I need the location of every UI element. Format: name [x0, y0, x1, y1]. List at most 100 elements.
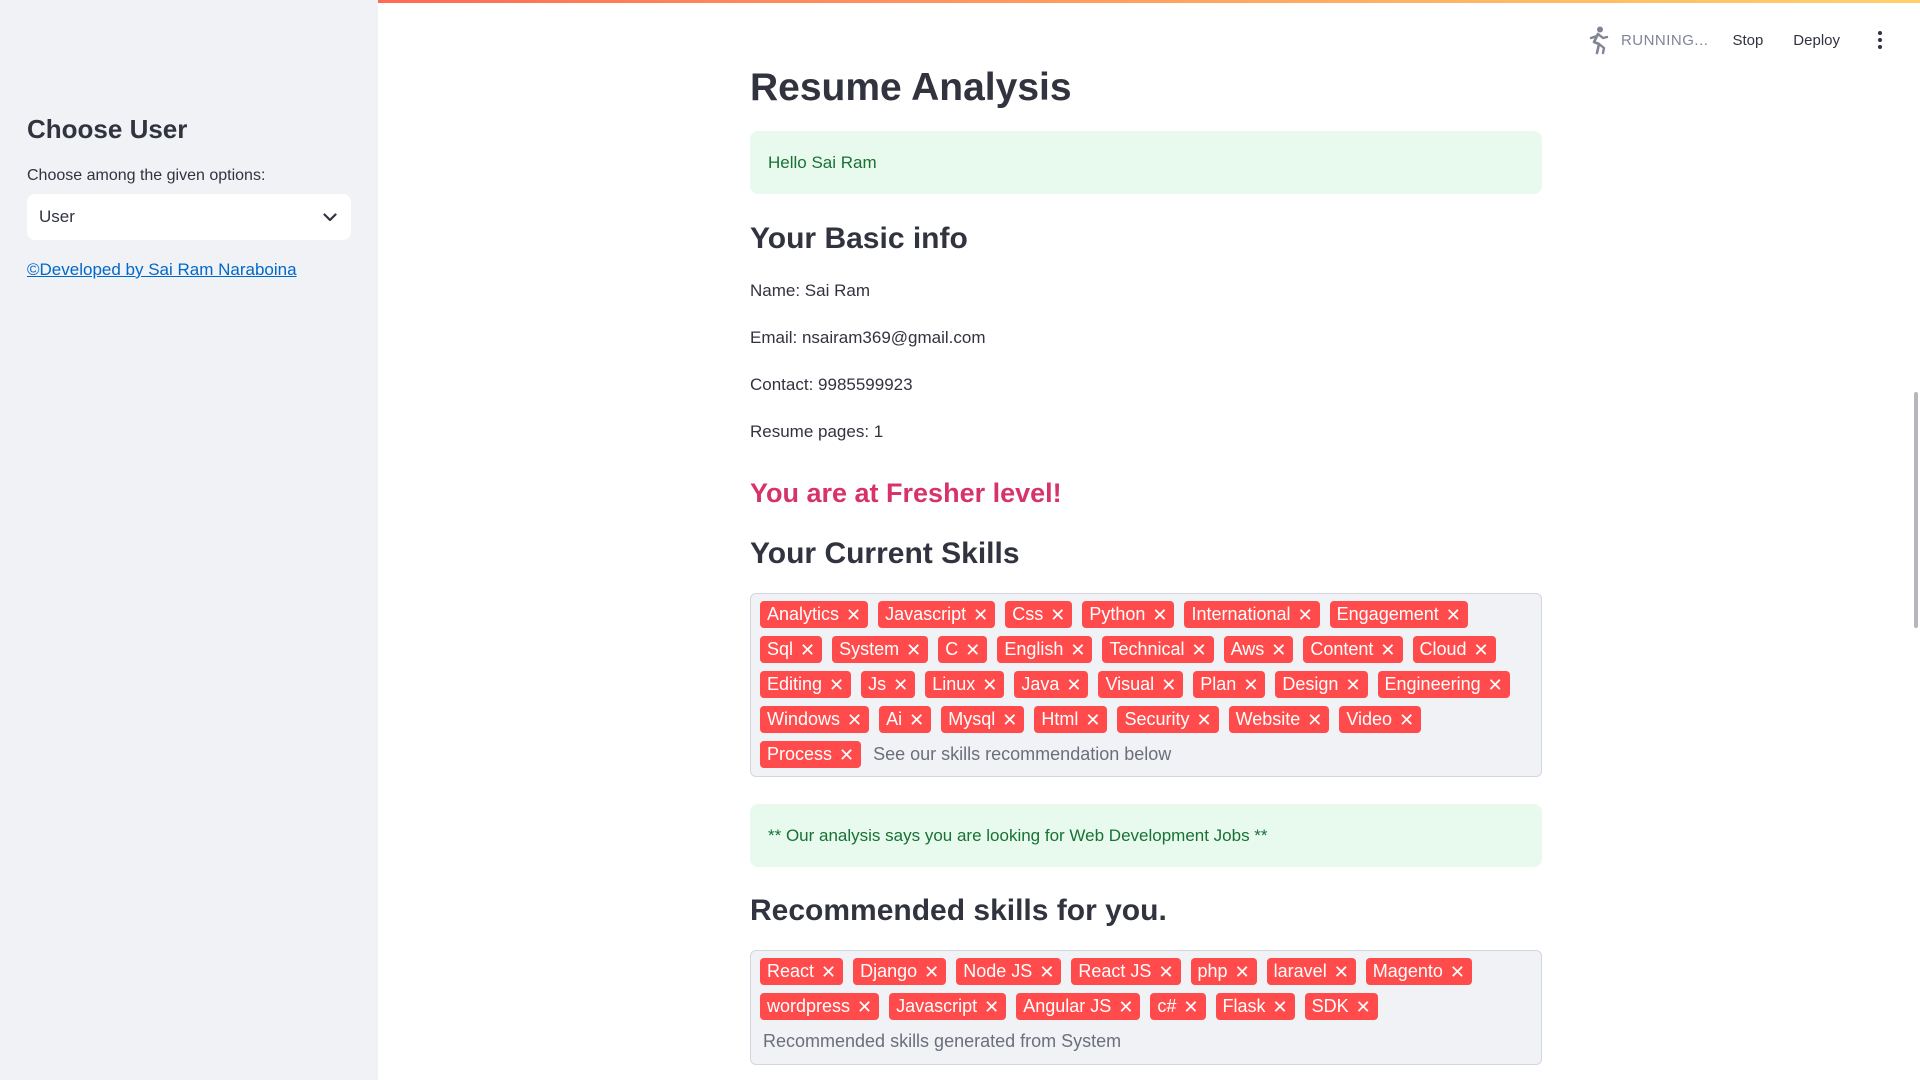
running-status: RUNNING... [1620, 31, 1709, 49]
close-icon[interactable]: ✕ [1446, 606, 1461, 624]
skill-tag: Windows ✕ [760, 706, 870, 733]
recommended-skill-tag: Flask ✕ [1215, 993, 1295, 1020]
skill-tag: System ✕ [832, 636, 929, 663]
page-title: Resume Analysis [750, 66, 1072, 109]
skill-tag-label: Design [1282, 674, 1339, 694]
recommended-skill-tag: php ✕ [1190, 958, 1257, 985]
skill-tag-label: Javascript [885, 604, 967, 624]
close-icon[interactable]: ✕ [1152, 606, 1167, 624]
skill-tag-label: Visual [1105, 674, 1155, 694]
recommended-skill-tag: laravel ✕ [1266, 958, 1356, 985]
skill-tag: Design ✕ [1275, 671, 1368, 698]
recommended-skills-input[interactable]: React ✕ Django ✕ Node JS ✕ React JS ✕ php ✕ larave… [750, 950, 1542, 1065]
close-icon[interactable]: ✕ [1183, 998, 1198, 1016]
close-icon[interactable]: ✕ [984, 998, 999, 1016]
skill-tag: Sql ✕ [760, 636, 823, 663]
skill-tag: Html ✕ [1034, 706, 1108, 733]
close-icon[interactable]: ✕ [1307, 711, 1322, 729]
recommended-skill-tag: Django ✕ [853, 958, 947, 985]
close-icon[interactable]: ✕ [1356, 998, 1371, 1016]
recommended-skill-tag: Magento ✕ [1365, 958, 1472, 985]
skill-tag-label: Css [1012, 604, 1044, 624]
skill-tag: Content ✕ [1303, 636, 1403, 663]
recommended-skill-tag: SDK ✕ [1304, 993, 1378, 1020]
close-icon[interactable]: ✕ [973, 606, 988, 624]
recommended-skill-tag-label: Django [860, 961, 918, 981]
recommended-skill-tag-label: Flask [1222, 996, 1266, 1016]
skill-tag-label: Mysql [948, 709, 996, 729]
skill-tag: Analytics ✕ [760, 601, 869, 628]
close-icon[interactable]: ✕ [800, 641, 815, 659]
user-select[interactable]: User [27, 194, 351, 240]
close-icon[interactable]: ✕ [1161, 676, 1176, 694]
skill-tag: Security ✕ [1117, 706, 1219, 733]
close-icon[interactable]: ✕ [1345, 676, 1360, 694]
skill-tag: Css ✕ [1005, 601, 1073, 628]
skills-placeholder: See our skills recommendation below [873, 744, 1172, 764]
close-icon[interactable]: ✕ [1399, 711, 1414, 729]
current-skills-input[interactable]: Analytics ✕ Javascript ✕ Css ✕ Python ✕ Internat… [750, 593, 1542, 777]
close-icon[interactable]: ✕ [821, 963, 836, 981]
close-icon[interactable]: ✕ [1298, 606, 1313, 624]
close-icon[interactable]: ✕ [924, 963, 939, 981]
stop-button[interactable]: Stop [1732, 32, 1763, 49]
close-icon[interactable]: ✕ [1380, 641, 1395, 659]
skill-tag: Editing ✕ [760, 671, 852, 698]
deploy-button[interactable]: Deploy [1793, 32, 1840, 49]
close-icon[interactable]: ✕ [839, 746, 854, 764]
skill-tag: Engagement ✕ [1329, 601, 1468, 628]
close-icon[interactable]: ✕ [1243, 676, 1258, 694]
close-icon[interactable]: ✕ [1271, 641, 1286, 659]
skill-tag: Javascript ✕ [878, 601, 996, 628]
close-icon[interactable]: ✕ [1085, 711, 1100, 729]
close-icon[interactable]: ✕ [847, 711, 862, 729]
recommended-skill-tag-label: React JS [1078, 961, 1152, 981]
close-icon[interactable]: ✕ [1192, 641, 1207, 659]
skill-tag-label: Ai [886, 709, 903, 729]
skill-tag-label: Video [1346, 709, 1393, 729]
skill-tag: Mysql ✕ [941, 706, 1025, 733]
close-icon[interactable]: ✕ [1474, 641, 1489, 659]
skill-tag-label: Java [1021, 674, 1060, 694]
skill-tag-label: English [1004, 639, 1064, 659]
recommended-skill-tag: Javascript ✕ [889, 993, 1007, 1020]
close-icon[interactable]: ✕ [982, 676, 997, 694]
recommended-skill-tag-label: php [1197, 961, 1228, 981]
close-icon[interactable]: ✕ [1196, 711, 1211, 729]
recommended-skill-tag: Angular JS ✕ [1016, 993, 1141, 1020]
close-icon[interactable]: ✕ [1450, 963, 1465, 981]
close-icon[interactable]: ✕ [1273, 998, 1288, 1016]
close-icon[interactable]: ✕ [909, 711, 924, 729]
close-icon[interactable]: ✕ [1002, 711, 1017, 729]
close-icon[interactable]: ✕ [857, 998, 872, 1016]
skill-tag: Linux ✕ [925, 671, 1005, 698]
experience-level: You are at Fresher level! [750, 478, 1062, 508]
close-icon[interactable]: ✕ [965, 641, 980, 659]
skill-tag-label: Js [868, 674, 887, 694]
close-icon[interactable]: ✕ [1039, 963, 1054, 981]
developer-link[interactable]: ©Developed by Sai Ram Naraboina [27, 260, 297, 280]
skill-tag-label: Python [1089, 604, 1146, 624]
skill-tag-label: Cloud [1419, 639, 1467, 659]
recommended-skill-tag-label: Magento [1372, 961, 1443, 981]
close-icon[interactable]: ✕ [846, 606, 861, 624]
recommended-skill-tag-label: React [767, 961, 815, 981]
close-icon[interactable]: ✕ [1070, 641, 1085, 659]
sidebar-title: Choose User [27, 114, 188, 144]
scrollbar-thumb[interactable] [1914, 392, 1918, 628]
close-icon[interactable]: ✕ [1334, 963, 1349, 981]
skill-tag-label: Engineering [1384, 674, 1481, 694]
close-icon[interactable]: ✕ [906, 641, 921, 659]
close-icon[interactable]: ✕ [1235, 963, 1250, 981]
skill-tag-label: Windows [767, 709, 841, 729]
close-icon[interactable]: ✕ [1066, 676, 1081, 694]
skill-tag: Process ✕ [760, 741, 862, 768]
close-icon[interactable]: ✕ [1118, 998, 1133, 1016]
close-icon[interactable]: ✕ [1488, 676, 1503, 694]
close-icon[interactable]: ✕ [893, 676, 908, 694]
close-icon[interactable]: ✕ [1158, 963, 1173, 981]
kebab-menu-icon[interactable] [1870, 28, 1890, 52]
close-icon[interactable]: ✕ [829, 676, 844, 694]
close-icon[interactable]: ✕ [1050, 606, 1065, 624]
skill-tag: Engineering ✕ [1377, 671, 1510, 698]
